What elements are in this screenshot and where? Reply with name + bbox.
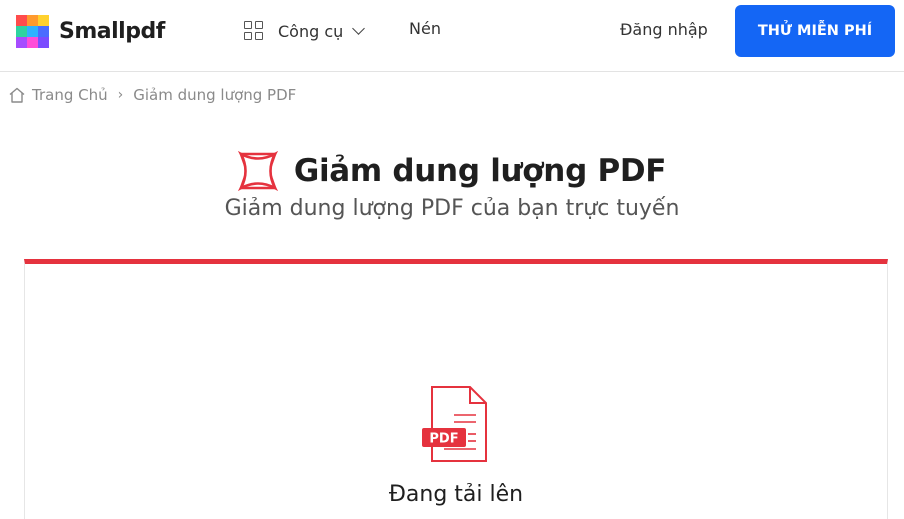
logo-text: Smallpdf — [59, 18, 165, 44]
logo-tile — [38, 36, 49, 48]
nav-tools-menu[interactable]: Công cụ — [244, 19, 366, 43]
breadcrumb-separator: › — [117, 87, 124, 103]
pdf-file-icon: PDF — [422, 386, 487, 462]
logo-tile — [16, 14, 27, 26]
breadcrumb: Trang Chủ › Giảm dung lượng PDF — [8, 84, 296, 106]
logo-tile — [38, 14, 49, 26]
grid-icon — [244, 21, 264, 41]
logo-mark-icon — [16, 14, 49, 48]
top-header: Smallpdf Công cụ Nén Đăng nhập THỬ MIỄN … — [0, 0, 904, 72]
logo[interactable]: Smallpdf — [16, 14, 165, 48]
try-free-button[interactable]: THỬ MIỄN PHÍ — [735, 5, 895, 57]
compress-icon — [237, 151, 278, 191]
pdf-file-badge: PDF — [429, 432, 458, 447]
breadcrumb-home-link[interactable]: Trang Chủ — [32, 86, 108, 104]
logo-tile — [16, 36, 27, 48]
home-icon[interactable] — [8, 86, 26, 104]
nav-compress-link[interactable]: Nén — [409, 19, 441, 38]
chevron-down-icon — [352, 22, 366, 35]
upload-status: Đang tải lên — [388, 482, 524, 507]
upload-panel: PDF Đang tải lên — [24, 259, 888, 519]
breadcrumb-current: Giảm dung lượng PDF — [133, 86, 297, 104]
page-title: Giảm dung lượng PDF — [293, 153, 667, 189]
title-row: Giảm dung lượng PDF — [0, 148, 904, 194]
logo-tile — [16, 25, 27, 37]
login-link[interactable]: Đăng nhập — [620, 20, 708, 39]
nav-tools-label: Công cụ — [278, 21, 344, 41]
logo-tile — [27, 14, 38, 26]
page-subtitle: Giảm dung lượng PDF của bạn trực tuyến — [224, 196, 680, 221]
logo-tile — [27, 25, 38, 37]
logo-tile — [38, 25, 49, 37]
logo-tile — [27, 36, 38, 48]
